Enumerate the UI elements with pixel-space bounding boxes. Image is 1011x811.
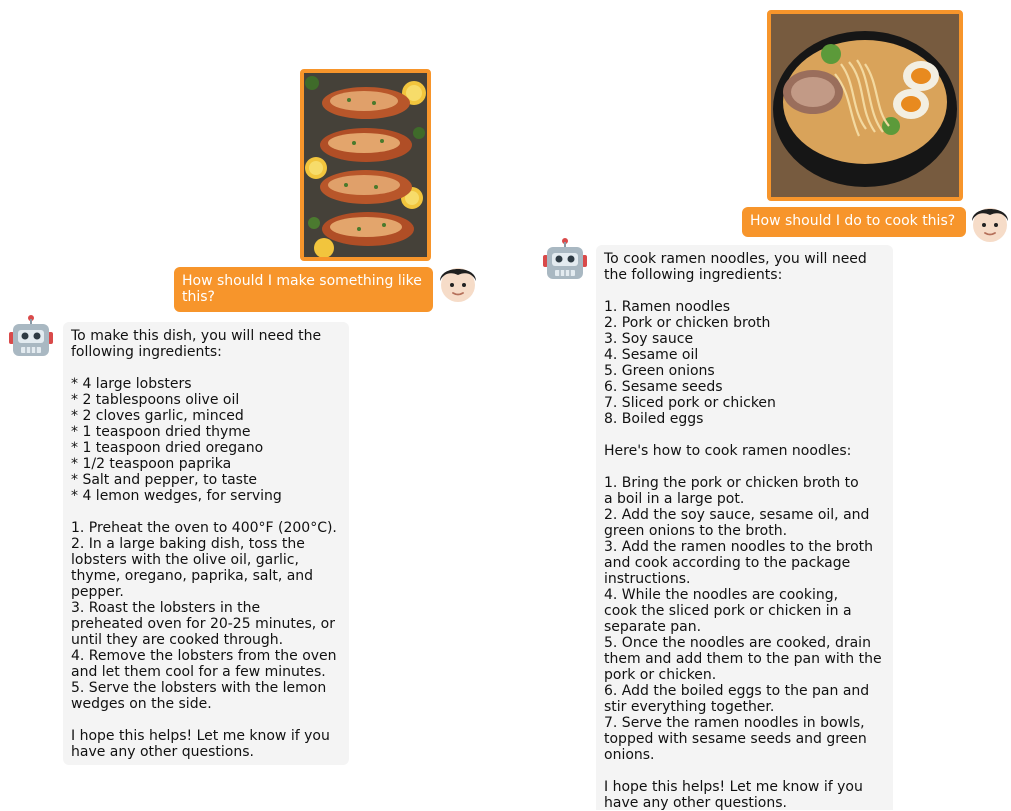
boy-face-icon [967,199,1011,245]
user-message-bubble: How should I do to cook this? [742,207,966,237]
boy-face-icon [435,259,481,305]
robot-face-icon [8,314,54,360]
user-message-bubble: How should I make something like this? [174,267,433,312]
bot-message-bubble: To cook ramen noodles, you will need the… [596,245,893,811]
lobster-photo [300,69,431,261]
robot-face-icon [542,237,588,283]
ramen-photo [767,10,963,201]
bot-message-bubble: To make this dish, you will need the fol… [63,322,349,765]
